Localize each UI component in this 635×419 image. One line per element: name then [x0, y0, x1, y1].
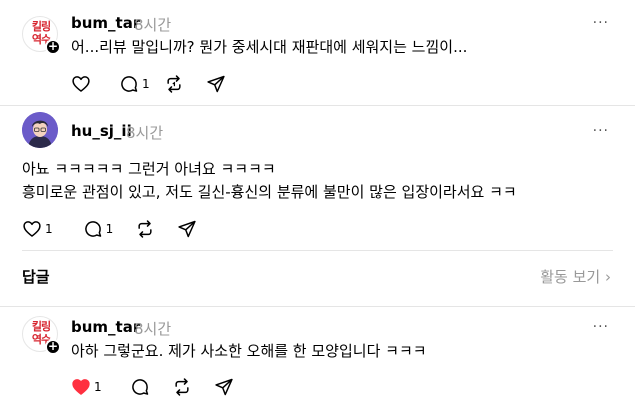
- replies-title: 답글: [22, 268, 50, 286]
- post-2: hu_sj_ii 8시간 ··· 아뇨 ㅋㅋㅋㅋㅋ 그런거 아녀요 ㅋㅋㅋㅋ 흥…: [0, 105, 635, 255]
- username[interactable]: hu_sj_ii: [71, 122, 132, 140]
- post-text: 아하 그렇군요. 제가 사소한 오해를 한 모양입니다 ㅋㅋㅋ: [71, 342, 427, 360]
- like-button[interactable]: [71, 72, 91, 96]
- repost-icon: [167, 75, 181, 93]
- reply-button[interactable]: 1: [83, 217, 114, 241]
- action-bar: 1: [71, 72, 242, 96]
- post-3: 킬링 역수 + bum_tar 8시간 ··· 아하 그렇군요. 제가 사소한 …: [0, 306, 635, 419]
- action-bar: 1: [71, 375, 250, 399]
- username[interactable]: bum_tar: [71, 318, 140, 336]
- follow-plus-icon[interactable]: +: [45, 339, 61, 355]
- send-icon: [178, 220, 196, 238]
- timestamp: 8시간: [126, 124, 164, 142]
- heart-filled-icon: [72, 379, 90, 395]
- post-text-line-1: 아뇨 ㅋㅋㅋㅋㅋ 그런거 아녀요 ㅋㅋㅋㅋ: [22, 160, 276, 178]
- repost-icon: [175, 378, 189, 396]
- like-button[interactable]: 1: [22, 217, 53, 241]
- send-icon: [214, 378, 233, 396]
- avatar[interactable]: 킬링 역수 +: [22, 316, 61, 355]
- follow-plus-icon[interactable]: +: [45, 39, 61, 55]
- reply-button[interactable]: 1: [119, 72, 150, 96]
- profile-avatar-illustration: [22, 112, 58, 148]
- repost-button[interactable]: [164, 72, 184, 96]
- more-options-icon[interactable]: ···: [593, 15, 609, 31]
- post-text: 어...리뷰 말입니까? 뭔가 중세시대 재판대에 세워지는 느낌이...: [71, 38, 468, 56]
- share-button[interactable]: [214, 375, 234, 399]
- divider: [22, 250, 613, 251]
- more-options-icon[interactable]: ···: [593, 319, 609, 335]
- repost-button[interactable]: [172, 375, 192, 399]
- comment-icon: [131, 379, 148, 395]
- repost-icon: [138, 220, 152, 238]
- post-text-line-2: 흥미로운 관점이 있고, 저도 길신-흉신의 분류에 불만이 많은 입장이라서요…: [22, 183, 517, 201]
- heart-icon: [23, 221, 41, 237]
- share-button[interactable]: [206, 72, 226, 96]
- send-icon: [206, 75, 225, 93]
- repost-button[interactable]: [135, 217, 155, 241]
- share-button[interactable]: [177, 217, 197, 241]
- username[interactable]: bum_tar: [71, 14, 140, 32]
- avatar[interactable]: 킬링 역수 +: [22, 16, 61, 55]
- post-1: 킬링 역수 + bum_tar 8시간 ··· 어...리뷰 말입니까? 뭔가 …: [0, 0, 635, 110]
- avatar[interactable]: [22, 112, 58, 148]
- heart-icon: [72, 76, 90, 92]
- action-bar: 1 1: [22, 217, 213, 241]
- comment-icon: [121, 76, 138, 92]
- reply-count: 1: [142, 77, 150, 91]
- like-count: 1: [94, 380, 102, 394]
- like-button[interactable]: 1: [71, 375, 102, 399]
- more-options-icon[interactable]: ···: [593, 123, 609, 139]
- like-count: 1: [45, 222, 53, 236]
- timestamp: 8시간: [134, 16, 172, 34]
- comment-icon: [84, 221, 101, 237]
- reply-count: 1: [105, 222, 114, 236]
- reply-button[interactable]: [130, 375, 150, 399]
- view-activity-link[interactable]: 활동 보기 ›: [540, 266, 611, 287]
- timestamp: 8시간: [134, 320, 172, 338]
